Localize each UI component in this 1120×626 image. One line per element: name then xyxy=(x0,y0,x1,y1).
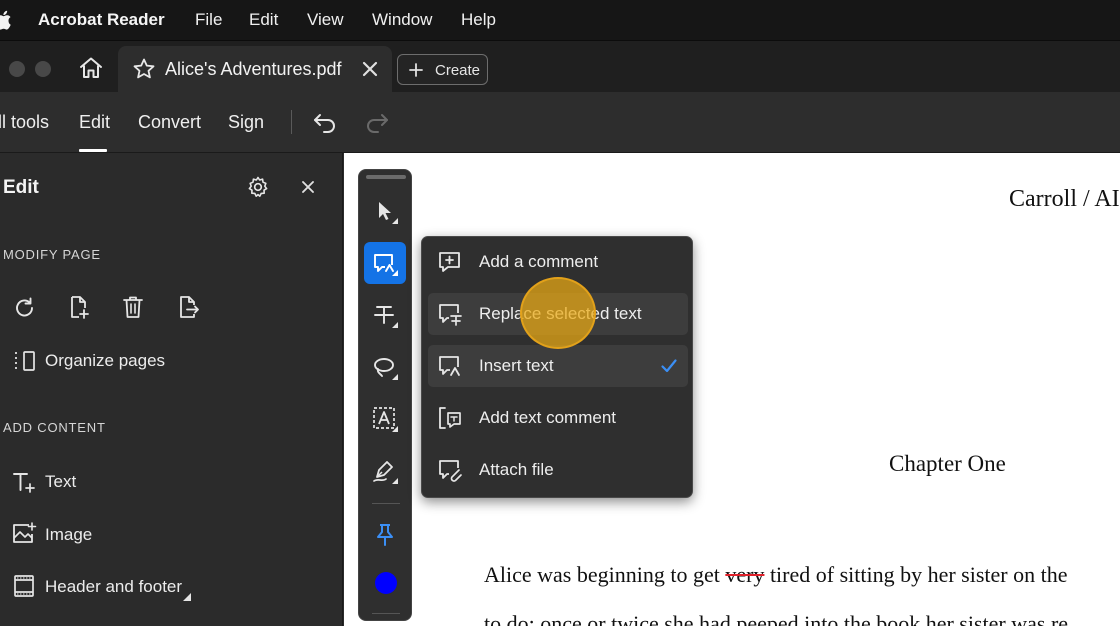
paragraph-line[interactable]: Alice was beginning to get very tired of… xyxy=(484,562,1068,588)
window-control-button[interactable] xyxy=(9,61,25,77)
lasso-tool-button[interactable] xyxy=(364,346,406,388)
redo-icon[interactable] xyxy=(364,110,390,134)
menu-item-attach-file[interactable]: Attach file xyxy=(428,449,688,491)
paragraph-line[interactable]: to do: once or twice she had peeped into… xyxy=(484,611,1068,626)
plus-icon xyxy=(409,63,423,77)
menu-item-label: Replace selected text xyxy=(479,304,642,323)
add-text-label[interactable]: Text xyxy=(45,472,76,492)
header-footer-label[interactable]: Header and footer xyxy=(45,577,182,597)
insert-text-icon xyxy=(374,254,398,276)
tab-all-tools[interactable]: ll tools xyxy=(0,112,49,133)
menu-item-replace-selected-text[interactable]: Replace selected text xyxy=(428,293,688,335)
page-header-text: Carroll / AI xyxy=(1009,186,1120,212)
text-run: tired of sitting by her sister on the xyxy=(764,562,1068,587)
window-control-button[interactable] xyxy=(35,61,51,77)
insert-text-tool-button[interactable] xyxy=(364,242,406,284)
create-button[interactable]: Create xyxy=(397,54,488,85)
close-panel-icon[interactable] xyxy=(300,179,316,195)
text-box-icon xyxy=(373,407,398,432)
comment-tool-rail xyxy=(358,169,412,621)
trash-icon[interactable] xyxy=(120,294,146,320)
menu-bar: Acrobat Reader File Edit View Window Hel… xyxy=(0,0,1120,40)
tab-edit[interactable]: Edit xyxy=(79,112,110,133)
panel-title: Edit xyxy=(3,177,39,198)
cursor-icon xyxy=(379,202,398,224)
active-tab-indicator xyxy=(79,149,107,152)
tab-convert[interactable]: Convert xyxy=(138,112,201,133)
edit-panel: Edit MODIFY PAGE Organize pages ADD CONT… xyxy=(0,153,343,626)
menu-item-add-text-comment[interactable]: Add text comment xyxy=(428,397,688,439)
gear-icon[interactable] xyxy=(246,175,270,199)
pen-icon xyxy=(373,461,398,484)
menu-item-label: Add a comment xyxy=(479,252,599,271)
draw-tool-button[interactable] xyxy=(364,450,406,492)
toolbar-divider xyxy=(291,110,292,134)
struck-text[interactable]: very xyxy=(725,562,764,587)
comment-tool-menu: Add a comment Replace selected text Inse… xyxy=(421,236,693,498)
strikethrough-tool-button[interactable] xyxy=(364,294,406,336)
menu-help[interactable]: Help xyxy=(461,10,496,30)
organize-pages-icon[interactable] xyxy=(12,348,38,374)
menu-item-label: Add text comment xyxy=(479,408,617,427)
menu-window[interactable]: Window xyxy=(372,10,432,30)
menu-edit[interactable]: Edit xyxy=(249,10,278,30)
chapter-heading: Chapter One xyxy=(889,451,1006,476)
select-tool-button[interactable] xyxy=(364,190,406,232)
insert-text-icon xyxy=(439,356,460,376)
pin-tool-button[interactable] xyxy=(364,514,406,556)
undo-icon[interactable] xyxy=(312,110,338,134)
checkmark-icon xyxy=(661,359,677,373)
create-label: Create xyxy=(435,62,481,79)
apple-logo-icon[interactable] xyxy=(0,9,12,31)
app-name[interactable]: Acrobat Reader xyxy=(38,10,165,30)
section-modify-page: MODIFY PAGE xyxy=(3,247,101,262)
attach-file-icon xyxy=(439,460,462,482)
strikethrough-icon xyxy=(374,306,398,328)
section-add-content: ADD CONTENT xyxy=(3,420,106,435)
rail-divider xyxy=(372,503,400,504)
tab-sign[interactable]: Sign xyxy=(228,112,264,133)
add-image-icon[interactable] xyxy=(11,521,37,547)
menu-item-label: Attach file xyxy=(479,460,554,479)
menu-item-label: Insert text xyxy=(479,356,554,375)
menu-item-add-comment[interactable]: Add a comment xyxy=(428,241,688,283)
text-box-tool-button[interactable] xyxy=(364,398,406,440)
tab-title: Alice's Adventures.pdf xyxy=(165,59,342,79)
add-text-icon[interactable] xyxy=(11,469,37,495)
add-image-label[interactable]: Image xyxy=(45,525,92,545)
close-icon[interactable] xyxy=(361,60,379,78)
drag-handle[interactable] xyxy=(366,175,406,179)
extract-page-icon[interactable] xyxy=(175,294,201,320)
text-comment-icon xyxy=(439,407,461,429)
rotate-icon[interactable] xyxy=(12,295,38,321)
insert-page-icon[interactable] xyxy=(66,294,92,320)
menu-file[interactable]: File xyxy=(195,10,222,30)
organize-pages-label[interactable]: Organize pages xyxy=(45,351,165,371)
text-run: Alice was beginning to get xyxy=(484,562,726,587)
menu-view[interactable]: View xyxy=(307,10,344,30)
comment-add-icon xyxy=(439,252,460,272)
rail-divider xyxy=(372,613,400,614)
star-icon[interactable] xyxy=(132,57,156,81)
header-footer-icon[interactable] xyxy=(11,573,37,599)
color-picker-swatch[interactable] xyxy=(375,572,397,594)
home-icon[interactable] xyxy=(78,55,104,81)
tab-document[interactable]: Alice's Adventures.pdf xyxy=(118,46,392,92)
submenu-corner-icon xyxy=(183,593,191,601)
pin-icon xyxy=(377,524,393,546)
menu-item-insert-text[interactable]: Insert text xyxy=(428,345,688,387)
top-toolbar: ll tools Edit Convert Sign xyxy=(0,92,1120,153)
lasso-icon xyxy=(374,358,398,380)
replace-text-icon xyxy=(439,304,462,326)
